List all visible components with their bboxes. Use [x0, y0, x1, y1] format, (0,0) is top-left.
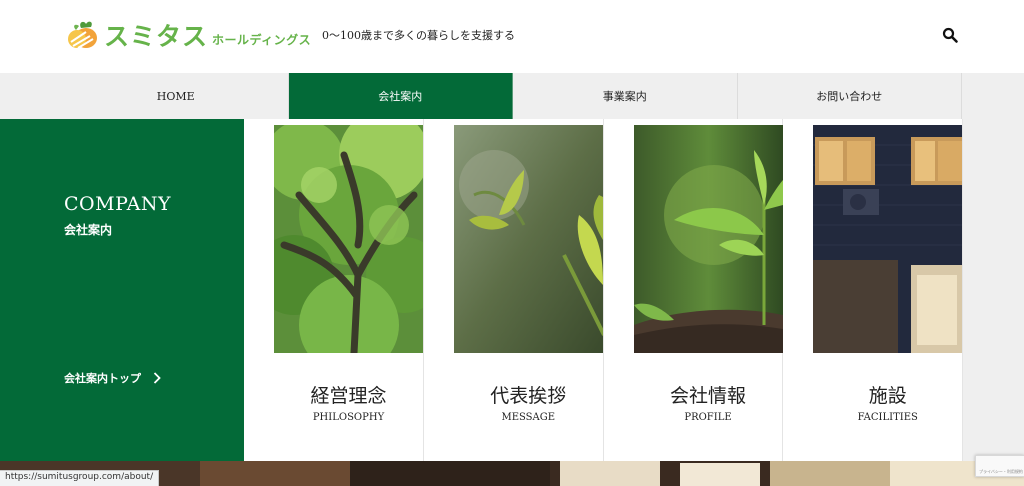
facilities-building-image [813, 125, 963, 353]
right-gray-strip [963, 119, 1024, 461]
nav-item-business[interactable]: 事業案内 [513, 73, 738, 119]
company-subtitle: 会社案内 [64, 223, 113, 237]
tree-photo [274, 125, 423, 353]
card-message-subtitle: MESSAGE [501, 412, 556, 423]
recaptcha-badge[interactable]: プライバシー・利用規約 [975, 455, 1024, 477]
company-title: COMPANY [64, 193, 171, 215]
company-panel: COMPANY 会社案内 会社案内トップ [0, 119, 244, 461]
building-photo [813, 125, 963, 353]
logo-fruit-icon [68, 21, 97, 49]
nav-item-home[interactable]: HOME [64, 73, 289, 119]
nav-item-company[interactable]: 会社案内 [288, 73, 513, 119]
philosophy-tree-image [274, 125, 423, 353]
card-message[interactable]: 代表挨拶 MESSAGE [423, 119, 604, 461]
site-header: スミタス ホールディングス 0〜100歳まで多くの暮らしを支援する [0, 0, 1024, 73]
search-icon[interactable] [941, 26, 959, 44]
card-philosophy-subtitle: PHILOSOPHY [312, 412, 385, 423]
chevron-right-icon [153, 372, 161, 384]
card-profile-title: 会社情報 [669, 385, 746, 407]
logo-main-text: スミタス [104, 22, 209, 51]
company-top-link[interactable]: 会社案内トップ [64, 370, 161, 386]
profile-seedling-image [633, 125, 783, 353]
logo-sub-text: ホールディングス [212, 32, 312, 47]
nav-item-contact[interactable]: お問い合わせ [738, 73, 962, 119]
card-philosophy-title: 経営理念 [310, 385, 387, 407]
card-profile[interactable]: 会社情報 PROFILE [603, 119, 784, 461]
card-message-title: 代表挨拶 [490, 385, 567, 407]
company-cards: 経営理念 PHILOSOPHY 代表挨拶 MESSAGE 会社情報 PROFIL… [244, 119, 963, 461]
main-nav: HOME 会社案内 事業案内 お問い合わせ [0, 73, 1024, 119]
site-logo[interactable]: スミタス ホールディングス [66, 17, 311, 53]
card-facilities-subtitle: FACILITIES [857, 412, 918, 423]
seedling-photo [633, 125, 783, 353]
site-tagline: 0〜100歳まで多くの暮らしを支援する [322, 29, 515, 42]
card-philosophy[interactable]: 経営理念 PHILOSOPHY [244, 119, 424, 461]
message-sprout-image [453, 125, 603, 353]
card-profile-subtitle: PROFILE [684, 412, 732, 423]
company-top-link-label: 会社案内トップ [64, 372, 141, 385]
browser-status-url: https://sumitusgroup.com/about/ [0, 470, 160, 486]
card-facilities-title: 施設 [868, 385, 907, 407]
sprout-photo [453, 125, 603, 353]
card-facilities[interactable]: 施設 FACILITIES [783, 119, 963, 461]
